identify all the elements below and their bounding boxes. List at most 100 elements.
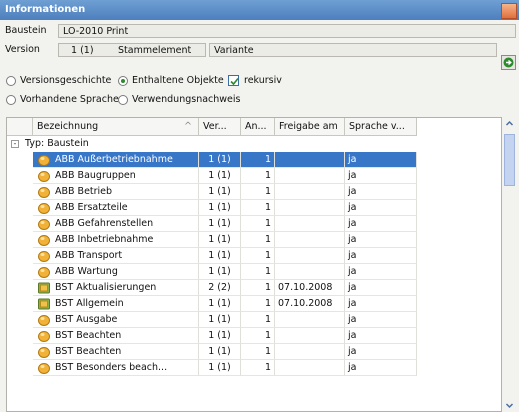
cell-sprache: ja <box>345 184 417 200</box>
cell-freigabe <box>275 344 345 360</box>
close-icon[interactable] <box>501 3 517 19</box>
radio-verwendungsnachweis[interactable] <box>118 95 128 105</box>
cell-sprache: ja <box>345 264 417 280</box>
cell-version: 1 (1) <box>199 328 241 344</box>
object-icon <box>38 203 50 214</box>
cell-sprache: ja <box>345 360 417 376</box>
cell-version: 1 (1) <box>199 264 241 280</box>
column-header-bezeichnung[interactable]: Bezeichnung ^ <box>33 118 199 135</box>
cell-bezeichnung: ABB Baugruppen <box>33 168 199 184</box>
table-row[interactable]: ABB Außerbetriebnahme 1 (1) 1 ja <box>7 152 417 168</box>
cell-sprache: ja <box>345 280 417 296</box>
table-row[interactable]: ABB Baugruppen 1 (1) 1 ja <box>7 168 417 184</box>
cell-bezeichnung: ABB Gefahrenstellen <box>33 216 199 232</box>
cell-bezeichnung: ABB Betrieb <box>33 184 199 200</box>
group-row[interactable]: - Typ: Baustein <box>7 136 417 152</box>
table-row[interactable]: ABB Wartung 1 (1) 1 ja <box>7 264 417 280</box>
cell-bezeichnung: BST Allgemein <box>33 296 199 312</box>
cell-anzahl: 1 <box>241 168 275 184</box>
cell-anzahl: 1 <box>241 152 275 168</box>
table-row[interactable]: BST Aktualisierungen 2 (2) 1 07.10.2008 ja <box>7 280 417 296</box>
released-object-icon <box>38 298 50 310</box>
column-header-label: Bezeichnung <box>37 121 99 132</box>
cell-anzahl: 1 <box>241 216 275 232</box>
table-row[interactable]: BST Allgemein 1 (1) 1 07.10.2008 ja <box>7 296 417 312</box>
radio-enthaltene-objekte[interactable] <box>118 76 128 86</box>
version-value: 1 (1) <box>71 45 94 56</box>
checkmark-icon <box>230 77 239 86</box>
version-label: Version <box>5 44 40 55</box>
table-row[interactable]: BST Beachten 1 (1) 1 ja <box>7 328 417 344</box>
table-row[interactable]: ABB Ersatzteile 1 (1) 1 ja <box>7 200 417 216</box>
cell-anzahl: 1 <box>241 328 275 344</box>
cell-freigabe <box>275 216 345 232</box>
checkbox-rekursiv[interactable] <box>228 75 239 86</box>
label-rekursiv: rekursiv <box>244 75 282 86</box>
scrollbar-thumb[interactable] <box>504 134 515 186</box>
cell-bezeichnung: BST Aktualisierungen <box>33 280 199 296</box>
table-row[interactable]: ABB Inbetriebnahme 1 (1) 1 ja <box>7 232 417 248</box>
column-header-anzahl[interactable]: An... <box>241 118 275 135</box>
cell-sprache: ja <box>345 328 417 344</box>
cell-freigabe <box>275 232 345 248</box>
cell-freigabe <box>275 152 345 168</box>
cell-anzahl: 1 <box>241 344 275 360</box>
cell-sprache: ja <box>345 248 417 264</box>
cell-freigabe <box>275 184 345 200</box>
version-field[interactable]: 1 (1) Stammelement <box>58 43 206 57</box>
title-bar[interactable]: Informationen <box>0 0 519 20</box>
cell-anzahl: 1 <box>241 232 275 248</box>
cell-version: 1 (1) <box>199 360 241 376</box>
object-icon <box>38 219 50 230</box>
cell-sprache: ja <box>345 296 417 312</box>
cell-bezeichnung: BST Besonders beach... <box>33 360 199 376</box>
object-icon <box>38 155 50 166</box>
table-row[interactable]: BST Beachten 1 (1) 1 ja <box>7 344 417 360</box>
cell-anzahl: 1 <box>241 200 275 216</box>
green-arrow-icon <box>503 57 514 68</box>
cell-freigabe <box>275 248 345 264</box>
label-verwendungsnachweis: Verwendungsnachweis <box>132 94 241 105</box>
table-row[interactable]: BST Ausgabe 1 (1) 1 ja <box>7 312 417 328</box>
information-window: Informationen Baustein LO-2010 Print Ver… <box>0 0 519 412</box>
label-enthaltene-objekte: Enthaltene Objekte <box>132 75 224 86</box>
column-header-freigabe[interactable]: Freigabe am <box>275 118 345 135</box>
cell-bezeichnung: ABB Wartung <box>33 264 199 280</box>
table-row[interactable]: ABB Transport 1 (1) 1 ja <box>7 248 417 264</box>
cell-bezeichnung: ABB Inbetriebnahme <box>33 232 199 248</box>
radio-vorhandene-sprachen[interactable] <box>6 95 16 105</box>
scroll-down-icon[interactable] <box>503 399 516 412</box>
cell-version: 1 (1) <box>199 232 241 248</box>
cell-anzahl: 1 <box>241 184 275 200</box>
cell-anzahl: 1 <box>241 264 275 280</box>
object-icon <box>38 363 50 374</box>
column-header-sprache[interactable]: Sprache v... <box>345 118 417 135</box>
cell-freigabe <box>275 168 345 184</box>
collapse-icon[interactable]: - <box>11 140 19 148</box>
cell-version: 1 (1) <box>199 312 241 328</box>
cell-bezeichnung: BST Ausgabe <box>33 312 199 328</box>
objects-table: Bezeichnung ^ Ver... An... Freigabe am S… <box>6 117 502 412</box>
table-row[interactable]: ABB Betrieb 1 (1) 1 ja <box>7 184 417 200</box>
cell-sprache: ja <box>345 232 417 248</box>
baustein-field[interactable]: LO-2010 Print <box>58 24 516 38</box>
cell-version: 2 (2) <box>199 280 241 296</box>
cell-bezeichnung: BST Beachten <box>33 328 199 344</box>
radio-versionsgeschichte[interactable] <box>6 76 16 86</box>
cell-sprache: ja <box>345 152 417 168</box>
cell-sprache: ja <box>345 168 417 184</box>
table-row[interactable]: ABB Gefahrenstellen 1 (1) 1 ja <box>7 216 417 232</box>
table-row[interactable]: BST Besonders beach... 1 (1) 1 ja <box>7 360 417 376</box>
scroll-up-icon[interactable] <box>503 117 516 130</box>
header-spacer <box>7 118 33 135</box>
table-header: Bezeichnung ^ Ver... An... Freigabe am S… <box>7 118 417 136</box>
cell-version: 1 (1) <box>199 184 241 200</box>
sort-icon: ^ <box>184 121 192 132</box>
object-icon <box>38 235 50 246</box>
column-header-version[interactable]: Ver... <box>199 118 241 135</box>
cell-freigabe <box>275 264 345 280</box>
vertical-scrollbar[interactable] <box>503 117 516 412</box>
cell-freigabe <box>275 328 345 344</box>
variante-field[interactable]: Variante <box>209 43 497 57</box>
go-button[interactable] <box>501 55 516 70</box>
